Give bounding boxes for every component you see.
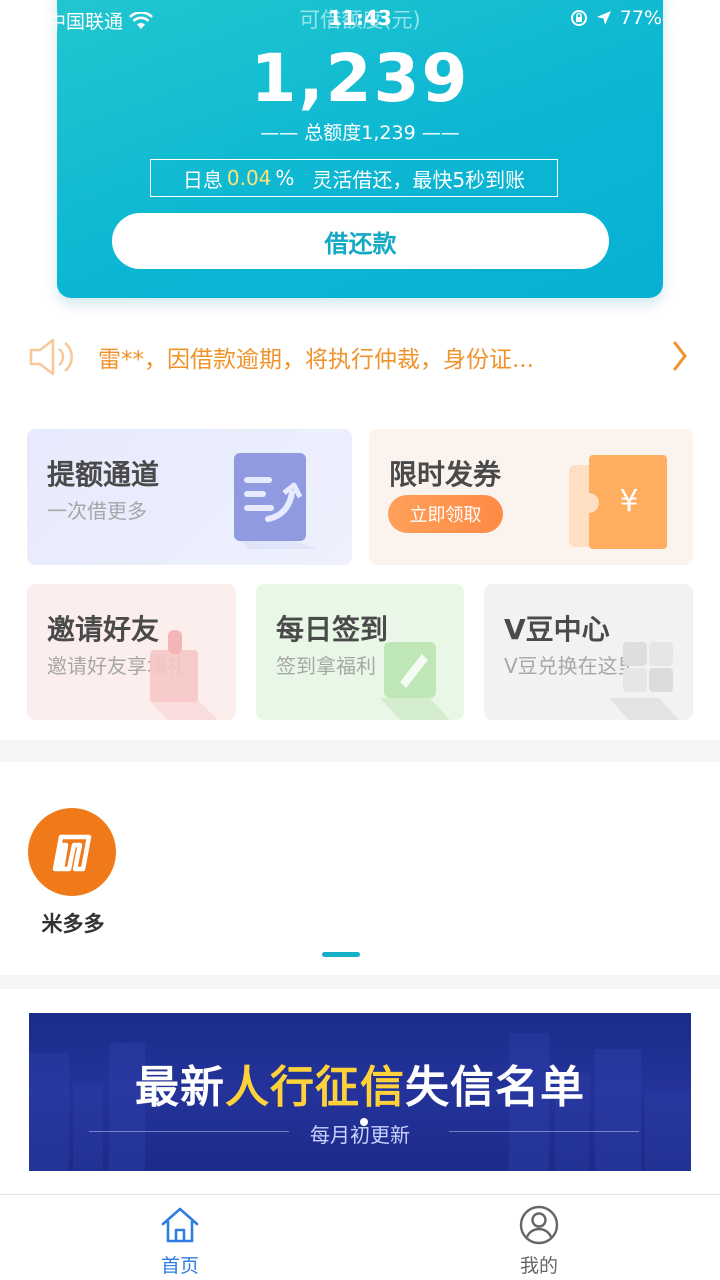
speaker-icon [29,338,73,376]
tile-title: 提额通道 [47,458,160,491]
pen-icon [380,642,450,720]
tab-label: 我的 [519,1255,558,1277]
total-credit-label: —— 总额度1,239 —— [260,122,460,144]
coupon-ticket-icon: ¥ [569,455,667,549]
rate-prefix: 日息 [182,167,223,192]
limited-coupon-tile[interactable]: 限时发券 立即领取 ¥ [369,429,693,565]
banner-dot [360,1118,368,1126]
section-divider [0,740,720,762]
status-bar: 可借额度(元) 中国联通 11:43 77% [0,0,720,38]
credit-blacklist-banner[interactable]: 最新人行征信失信名单 每月初更新 [29,1013,691,1171]
vbean-center-tile[interactable]: V豆中心 V豆兑换在这里 [484,584,693,720]
bean-blocks-icon [609,642,679,720]
tab-label: 首页 [160,1255,199,1277]
page-indicator [322,952,360,957]
location-icon [596,11,611,25]
bottom-tab-bar: 首页 我的 [0,1194,720,1280]
section-divider [0,975,720,989]
rate-info-box: 日息 0.04 % 灵活借还，最快5秒到账 [150,159,558,197]
battery-icon [670,9,709,27]
notice-bar[interactable]: 雷**，因借款逾期，将执行仲裁，身份证... [28,333,692,381]
credit-card-panel: 1,239 —— 总额度1,239 —— 日息 0.04 % 灵活借还，最快5秒… [57,0,663,298]
claim-coupon-button[interactable]: 立即领取 [388,495,503,533]
notice-text: 雷**，因借款逾期，将执行仲裁，身份证... [98,347,534,373]
rate-value: 0.04 [226,166,272,190]
limit-increase-tile[interactable]: 提额通道 一次借更多 [27,429,352,565]
tab-mine[interactable]: 我的 [479,1205,599,1278]
chevron-right-icon[interactable] [672,339,688,373]
app-label: 米多多 [41,912,105,936]
tab-home[interactable]: 首页 [120,1205,240,1278]
banner-title-part1: 最新 [135,1062,225,1113]
daily-checkin-tile[interactable]: 每日签到 签到拿福利 [256,584,464,720]
tile-subtitle: 一次借更多 [47,499,147,523]
user-profile-icon [519,1205,559,1245]
tile-title: V豆中心 [504,613,610,646]
battery-percent: 77% [619,7,662,29]
rate-tagline: 灵活借还，最快5秒到账 [312,167,526,192]
gift-icon [148,630,218,720]
rotation-lock-icon [570,10,587,26]
invite-friends-tile[interactable]: 邀请好友 邀请好友享壕礼 [27,584,236,720]
borrow-repay-button[interactable]: 借还款 [112,213,609,269]
home-icon [161,1207,199,1243]
banner-title: 最新人行征信失信名单 [29,1051,691,1115]
document-upgrade-icon [234,453,318,549]
tile-subtitle: 签到拿福利 [276,654,376,678]
rate-suffix: % [275,166,295,190]
available-amount: 1,239 [250,40,470,117]
banner-title-highlight: 人行征信 [225,1062,405,1113]
miduoduo-logo-icon [28,808,116,896]
app-entry-miduoduo[interactable]: 米多多 [28,808,118,938]
banner-pagination [360,1118,368,1126]
banner-title-part2: 失信名单 [405,1062,585,1113]
tile-title: 限时发券 [389,458,502,491]
coupon-glyph: ¥ [619,484,638,519]
